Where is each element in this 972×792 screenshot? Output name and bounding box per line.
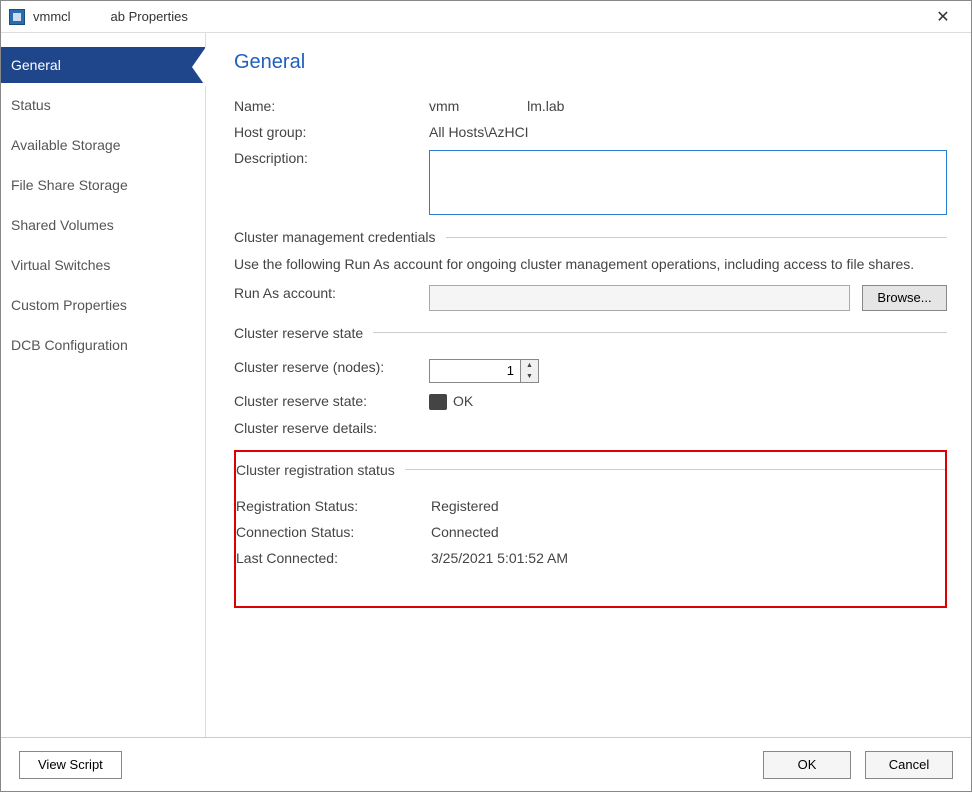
reserve-details-row: Cluster reserve details: [234, 420, 947, 436]
sidebar-item-label: Available Storage [11, 137, 120, 153]
reserve-details-label: Cluster reserve details: [234, 420, 429, 436]
spinner-arrows: ▲ ▼ [520, 360, 538, 382]
name-prefix: vmm [429, 98, 459, 114]
sidebar-item-file-share-storage[interactable]: File Share Storage [1, 167, 205, 203]
conn-status-value: Connected [431, 524, 945, 540]
runas-label: Run As account: [234, 285, 429, 301]
sidebar-item-custom-properties[interactable]: Custom Properties [1, 287, 205, 323]
runas-field: Browse... [429, 285, 947, 311]
crs-header-label: Cluster reserve state [234, 325, 363, 341]
sidebar-item-label: File Share Storage [11, 177, 128, 193]
reserve-state-text: OK [453, 393, 473, 409]
divider [373, 332, 947, 333]
sidebar-item-label: General [11, 57, 61, 73]
hostgroup-value: All Hosts\AzHCI [429, 124, 947, 140]
name-label: Name: [234, 98, 429, 114]
close-icon: ✕ [936, 7, 949, 27]
sidebar-item-status[interactable]: Status [1, 87, 205, 123]
registration-header-label: Cluster registration status [236, 462, 395, 478]
dialog-body: General Status Available Storage File Sh… [1, 33, 971, 737]
name-row: Name: vmm lm.lab [234, 98, 947, 114]
properties-dialog: vmmcl ab Properties ✕ General Status Ava… [0, 0, 972, 792]
hostgroup-label: Host group: [234, 124, 429, 140]
dialog-footer: View Script OK Cancel [1, 737, 971, 791]
conn-status-row: Connection Status: Connected [236, 524, 945, 540]
runas-input[interactable] [429, 285, 850, 311]
sidebar-item-shared-volumes[interactable]: Shared Volumes [1, 207, 205, 243]
divider [446, 237, 947, 238]
sidebar-item-label: Shared Volumes [11, 217, 114, 233]
view-script-button[interactable]: View Script [19, 751, 122, 779]
registration-highlight: Cluster registration status Registration… [234, 450, 947, 608]
registration-section-header: Cluster registration status [236, 462, 945, 478]
reserve-state-row: Cluster reserve state: OK [234, 393, 947, 410]
ok-button[interactable]: OK [763, 751, 851, 779]
sidebar-item-label: Status [11, 97, 51, 113]
sidebar-item-virtual-switches[interactable]: Virtual Switches [1, 247, 205, 283]
description-label: Description: [234, 150, 429, 166]
reserve-state-value: OK [429, 393, 947, 410]
description-input[interactable] [429, 150, 947, 215]
reserve-nodes-value: ▲ ▼ [429, 359, 947, 383]
sidebar: General Status Available Storage File Sh… [1, 33, 206, 737]
runas-row: Run As account: Browse... [234, 285, 947, 311]
cmc-header-label: Cluster management credentials [234, 229, 436, 245]
name-suffix: lm.lab [527, 98, 564, 114]
sidebar-item-available-storage[interactable]: Available Storage [1, 127, 205, 163]
reserve-nodes-spinner[interactable]: ▲ ▼ [429, 359, 539, 383]
last-conn-label: Last Connected: [236, 550, 431, 566]
sidebar-item-general[interactable]: General [1, 47, 205, 83]
reg-status-row: Registration Status: Registered [236, 498, 945, 514]
cmc-section-header: Cluster management credentials [234, 229, 947, 245]
ok-status-icon [429, 394, 447, 410]
spinner-up-icon[interactable]: ▲ [521, 360, 538, 371]
close-button[interactable]: ✕ [923, 1, 963, 33]
cmc-help-text: Use the following Run As account for ong… [234, 255, 947, 275]
hostgroup-row: Host group: All Hosts\AzHCI [234, 124, 947, 140]
page-title: General [234, 51, 947, 74]
content-panel: General Name: vmm lm.lab Host group: All… [206, 33, 971, 737]
reserve-nodes-label: Cluster reserve (nodes): [234, 359, 429, 375]
sidebar-item-label: Custom Properties [11, 297, 127, 313]
reserve-nodes-input[interactable] [430, 360, 520, 382]
titlebar-suffix: ab Properties [111, 9, 188, 24]
sidebar-item-label: Virtual Switches [11, 257, 110, 273]
titlebar-app: vmmcl [33, 9, 71, 24]
titlebar: vmmcl ab Properties ✕ [1, 1, 971, 33]
reg-status-label: Registration Status: [236, 498, 431, 514]
spinner-down-icon[interactable]: ▼ [521, 371, 538, 382]
last-conn-row: Last Connected: 3/25/2021 5:01:52 AM [236, 550, 945, 566]
sidebar-item-label: DCB Configuration [11, 337, 128, 353]
divider [405, 469, 945, 470]
reserve-state-label: Cluster reserve state: [234, 393, 429, 409]
app-icon [9, 9, 25, 25]
reserve-nodes-row: Cluster reserve (nodes): ▲ ▼ [234, 359, 947, 383]
crs-section-header: Cluster reserve state [234, 325, 947, 341]
name-value: vmm lm.lab [429, 98, 947, 114]
cancel-button[interactable]: Cancel [865, 751, 953, 779]
reg-status-value: Registered [431, 498, 945, 514]
description-row: Description: [234, 150, 947, 215]
last-conn-value: 3/25/2021 5:01:52 AM [431, 550, 945, 566]
sidebar-item-dcb-configuration[interactable]: DCB Configuration [1, 327, 205, 363]
conn-status-label: Connection Status: [236, 524, 431, 540]
browse-button[interactable]: Browse... [862, 285, 947, 311]
